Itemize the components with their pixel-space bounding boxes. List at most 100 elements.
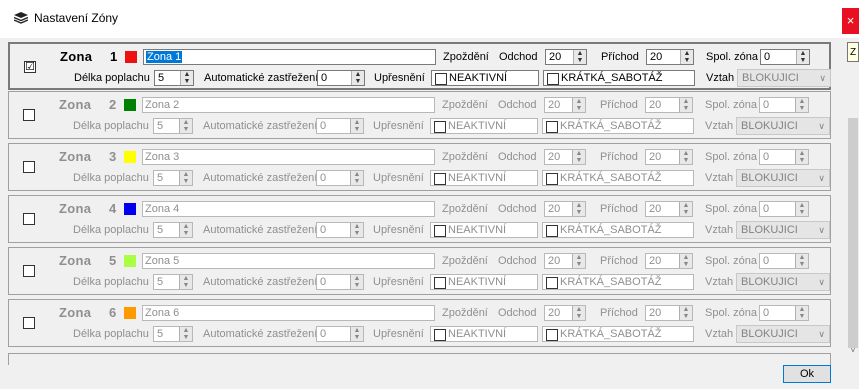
arrival-spinner[interactable]: 20 ▲ ▼ — [645, 253, 693, 269]
zone-enable-checkbox[interactable] — [23, 317, 35, 329]
departure-spinner[interactable]: 20 ▲ ▼ — [544, 305, 586, 321]
shared-zone-spinner[interactable]: 0 ▲ ▼ — [759, 253, 809, 269]
shared-zone-spinner[interactable]: 0 ▲ ▼ — [759, 149, 809, 165]
checkbox-icon[interactable] — [546, 225, 558, 237]
spinner-arrows-icon[interactable]: ▲ ▼ — [795, 202, 808, 216]
short-sabotage-checkbox[interactable]: KRÁTKÁ_SABOTÁŽ — [542, 326, 694, 342]
checkbox-icon[interactable] — [434, 329, 446, 341]
inactive-checkbox[interactable]: NEAKTIVNÍ — [431, 70, 539, 86]
zone-enable-checkbox[interactable] — [23, 161, 35, 173]
zone-name-input[interactable]: Zona 6 — [142, 305, 435, 321]
spinner-arrows-icon[interactable]: ▲ ▼ — [350, 275, 363, 289]
ok-button[interactable]: Ok — [783, 365, 831, 383]
spinner-arrows-icon[interactable]: ▲ ▼ — [572, 306, 585, 320]
short-sabotage-checkbox[interactable]: KRÁTKÁ_SABOTÁŽ — [542, 118, 694, 134]
spinner-arrows-icon[interactable]: ▲ ▼ — [795, 254, 808, 268]
spinner-arrows-icon[interactable]: ▲ ▼ — [679, 98, 692, 112]
auto-arm-spinner[interactable]: 0 ▲ ▼ — [316, 326, 364, 342]
zone-enable-checkbox[interactable] — [23, 109, 35, 121]
zone-enable-checkbox[interactable] — [23, 213, 35, 225]
alarm-length-spinner[interactable]: 5 ▲ ▼ — [153, 170, 193, 186]
zone-color-swatch[interactable] — [124, 203, 136, 215]
alarm-length-spinner[interactable]: 5 ▲ ▼ — [153, 118, 193, 134]
spinner-arrows-icon[interactable]: ▲ ▼ — [350, 171, 363, 185]
zone-name-input[interactable]: Zona 2 — [142, 97, 435, 113]
shared-zone-spinner[interactable]: 0 ▲ ▼ — [759, 97, 809, 113]
relation-dropdown[interactable]: BLOKUJICI ∨ — [736, 117, 830, 135]
spinner-arrows-icon[interactable]: ▲ ▼ — [573, 50, 586, 64]
checkbox-icon[interactable] — [434, 121, 446, 133]
zone-color-swatch[interactable] — [124, 307, 136, 319]
zone-color-swatch[interactable] — [124, 99, 136, 111]
chevron-down-icon[interactable]: ∨ — [819, 70, 826, 86]
vertical-scrollbar[interactable]: ˅ — [847, 64, 859, 364]
spinner-arrows-icon[interactable]: ▲ ▼ — [795, 306, 808, 320]
checkbox-icon[interactable] — [546, 329, 558, 341]
auto-arm-spinner[interactable]: 0 ▲ ▼ — [316, 170, 364, 186]
spinner-arrows-icon[interactable]: ▲ ▼ — [351, 71, 364, 85]
spinner-arrows-icon[interactable]: ▲ ▼ — [180, 71, 193, 85]
auto-arm-spinner[interactable]: 0 ▲ ▼ — [316, 222, 364, 238]
spinner-arrows-icon[interactable]: ▲ ▼ — [572, 98, 585, 112]
spinner-arrows-icon[interactable]: ▲ ▼ — [350, 223, 363, 237]
spinner-arrows-icon[interactable]: ▲ ▼ — [796, 50, 809, 64]
relation-dropdown[interactable]: BLOKUJICI ∨ — [736, 169, 830, 187]
spinner-arrows-icon[interactable]: ▲ ▼ — [572, 254, 585, 268]
zone-name-input[interactable]: Zona 3 — [142, 149, 435, 165]
checkbox-icon[interactable] — [435, 73, 447, 85]
chevron-down-icon[interactable]: ∨ — [818, 170, 825, 186]
checkbox-icon[interactable] — [434, 277, 446, 289]
spinner-arrows-icon[interactable]: ▲ ▼ — [679, 306, 692, 320]
checkbox-icon[interactable] — [546, 121, 558, 133]
chevron-down-icon[interactable]: ∨ — [818, 222, 825, 238]
chevron-down-icon[interactable]: ∨ — [818, 326, 825, 342]
departure-spinner[interactable]: 20 ▲ ▼ — [545, 49, 587, 65]
auto-arm-spinner[interactable]: 0 ▲ ▼ — [316, 274, 364, 290]
auto-arm-spinner[interactable]: 0 ▲ ▼ — [316, 118, 364, 134]
spinner-arrows-icon[interactable]: ▲ ▼ — [679, 150, 692, 164]
shared-zone-spinner[interactable]: 0 ▲ ▼ — [759, 305, 809, 321]
checkbox-icon[interactable] — [434, 225, 446, 237]
spinner-arrows-icon[interactable]: ▲ ▼ — [795, 150, 808, 164]
departure-spinner[interactable]: 20 ▲ ▼ — [544, 201, 586, 217]
arrival-spinner[interactable]: 20 ▲ ▼ — [646, 49, 694, 65]
short-sabotage-checkbox[interactable]: KRÁTKÁ_SABOTÁŽ — [543, 70, 695, 86]
spinner-arrows-icon[interactable]: ▲ ▼ — [679, 254, 692, 268]
arrival-spinner[interactable]: 20 ▲ ▼ — [645, 97, 693, 113]
alarm-length-spinner[interactable]: 5 ▲ ▼ — [153, 222, 193, 238]
relation-dropdown[interactable]: BLOKUJICI ∨ — [737, 69, 831, 87]
departure-spinner[interactable]: 20 ▲ ▼ — [544, 253, 586, 269]
short-sabotage-checkbox[interactable]: KRÁTKÁ_SABOTÁŽ — [542, 170, 694, 186]
auto-arm-spinner[interactable]: 0 ▲ ▼ — [317, 70, 365, 86]
spinner-arrows-icon[interactable]: ▲ ▼ — [179, 327, 192, 341]
arrival-spinner[interactable]: 20 ▲ ▼ — [645, 305, 693, 321]
shared-zone-spinner[interactable]: 0 ▲ ▼ — [760, 49, 810, 65]
zone-enable-checkbox[interactable]: ☑ — [24, 61, 36, 73]
spinner-arrows-icon[interactable]: ▲ ▼ — [179, 171, 192, 185]
inactive-checkbox[interactable]: NEAKTIVNÍ — [430, 326, 538, 342]
relation-dropdown[interactable]: BLOKUJICI ∨ — [736, 273, 830, 291]
shared-zone-spinner[interactable]: 0 ▲ ▼ — [759, 201, 809, 217]
chevron-down-icon[interactable]: ∨ — [818, 118, 825, 134]
zone-color-swatch[interactable] — [124, 255, 136, 267]
checkbox-icon[interactable] — [546, 277, 558, 289]
spinner-arrows-icon[interactable]: ▲ ▼ — [350, 327, 363, 341]
zone-color-swatch[interactable] — [124, 151, 136, 163]
relation-dropdown[interactable]: BLOKUJICI ∨ — [736, 221, 830, 239]
zone-color-swatch[interactable] — [125, 51, 137, 63]
arrival-spinner[interactable]: 20 ▲ ▼ — [645, 201, 693, 217]
arrival-spinner[interactable]: 20 ▲ ▼ — [645, 149, 693, 165]
spinner-arrows-icon[interactable]: ▲ ▼ — [179, 119, 192, 133]
inactive-checkbox[interactable]: NEAKTIVNÍ — [430, 222, 538, 238]
zone-name-input[interactable]: Zona 4 — [142, 201, 435, 217]
inactive-checkbox[interactable]: NEAKTIVNÍ — [430, 274, 538, 290]
zone-name-input[interactable]: Zona 5 — [142, 253, 435, 269]
zone-name-input[interactable]: Zona 1 — [143, 49, 436, 65]
spinner-arrows-icon[interactable]: ▲ ▼ — [679, 202, 692, 216]
chevron-down-icon[interactable]: ∨ — [818, 274, 825, 290]
close-button[interactable]: × — [842, 8, 859, 34]
scrollbar-thumb[interactable] — [848, 118, 858, 348]
spinner-arrows-icon[interactable]: ▲ ▼ — [680, 50, 693, 64]
alarm-length-spinner[interactable]: 5 ▲ ▼ — [154, 70, 194, 86]
inactive-checkbox[interactable]: NEAKTIVNÍ — [430, 118, 538, 134]
